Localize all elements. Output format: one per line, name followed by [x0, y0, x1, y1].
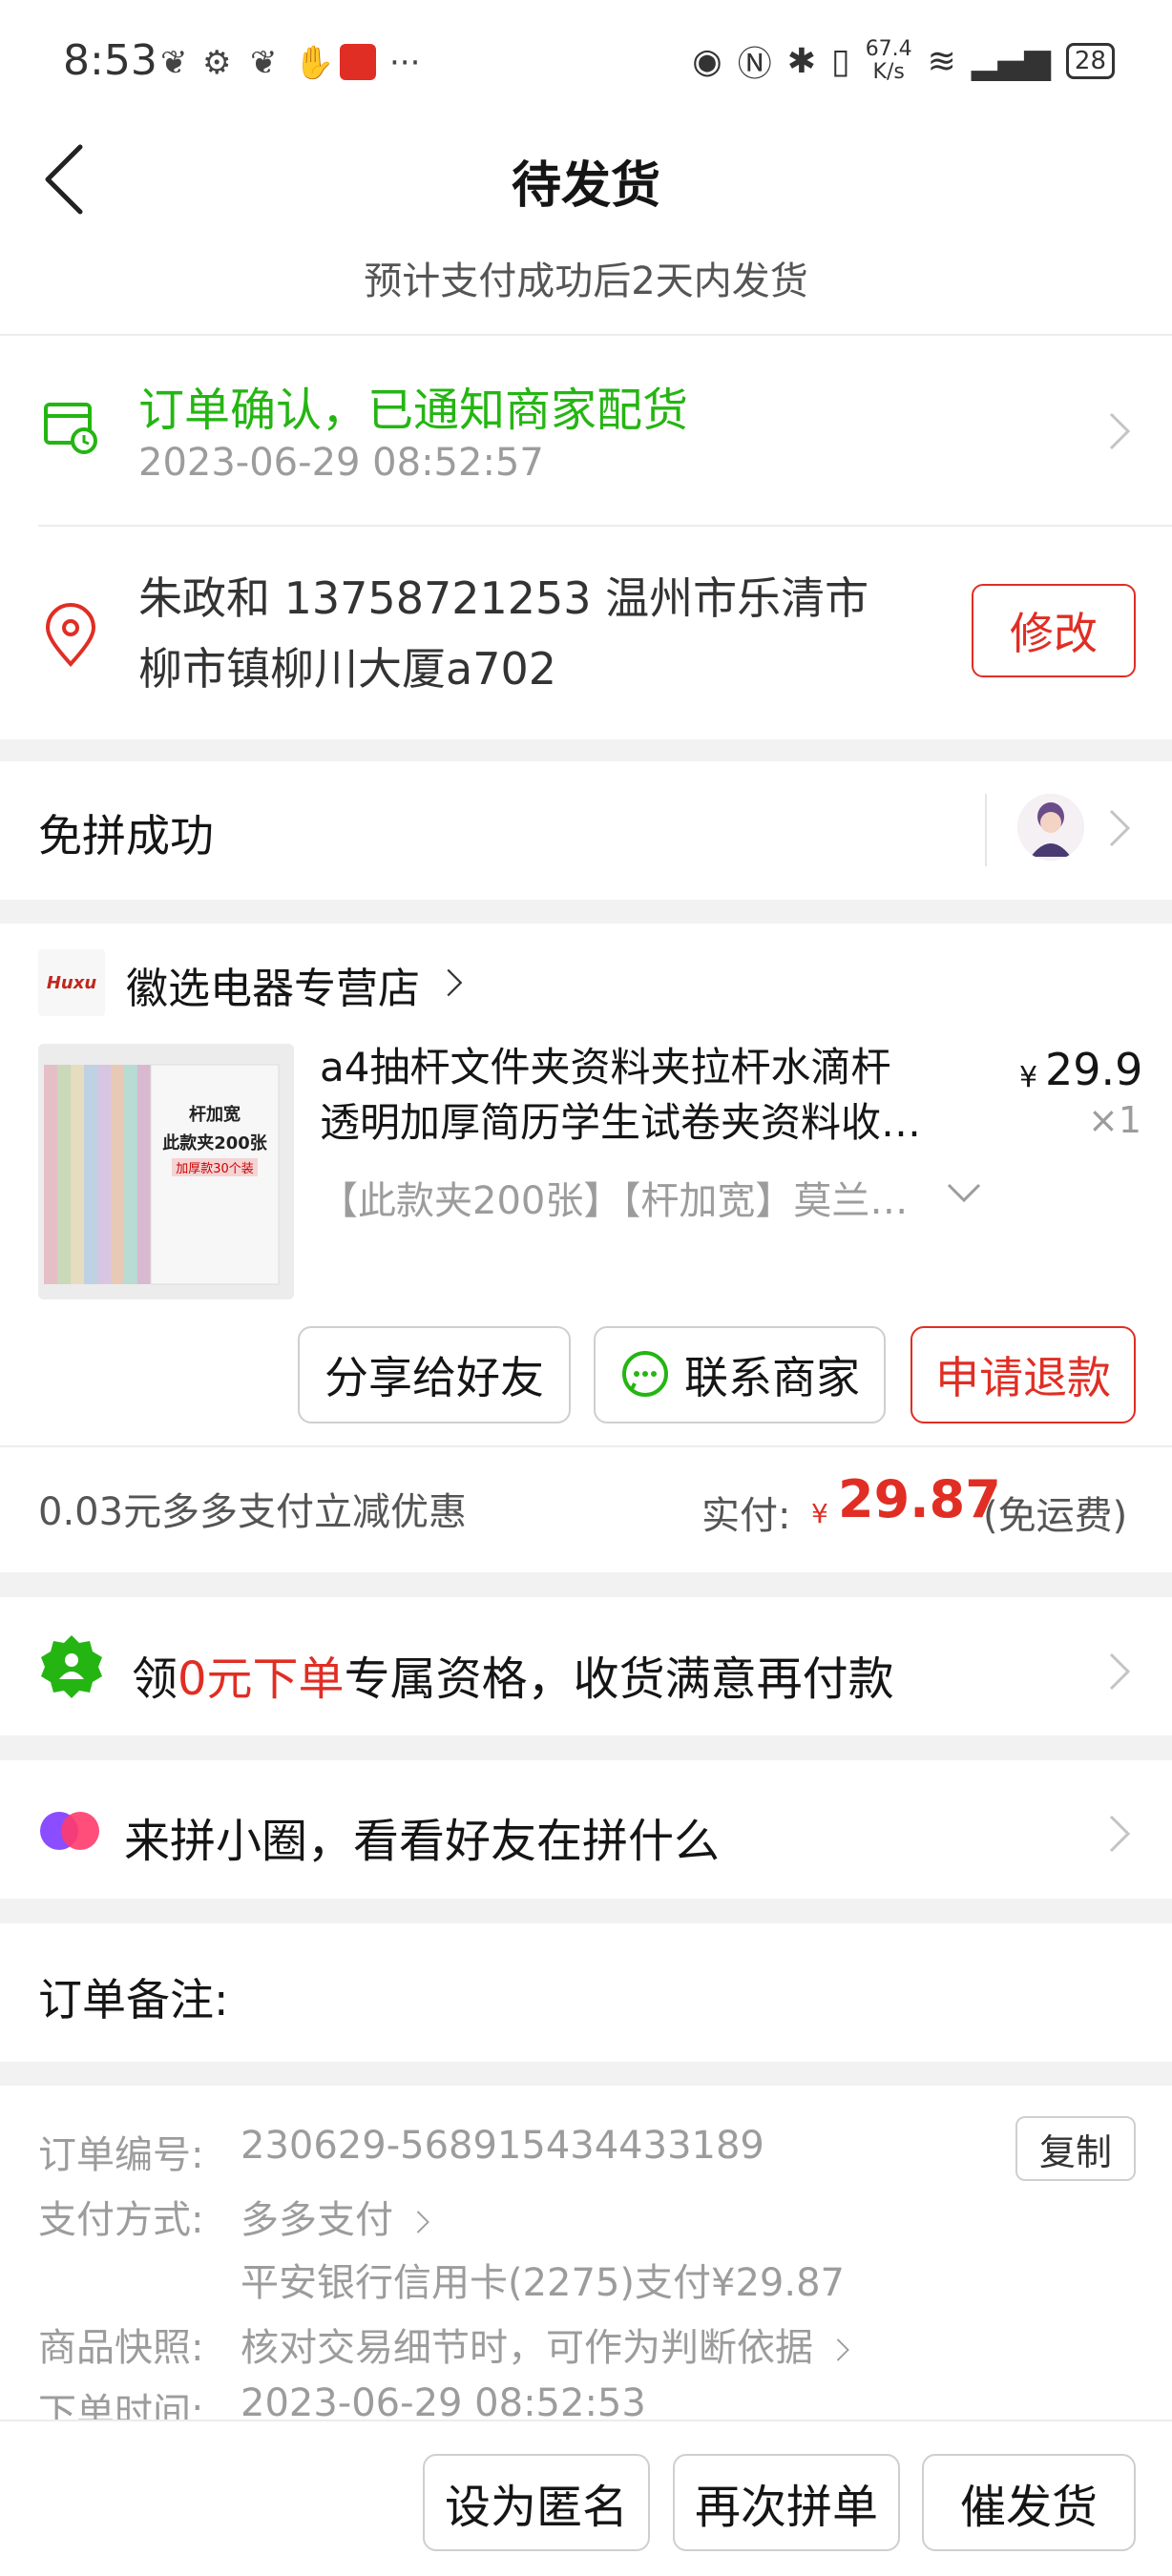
location-pin-icon — [40, 603, 101, 670]
urge-shipping-button[interactable]: 催发货 — [922, 2454, 1136, 2551]
store-logo[interactable]: Huxu — [38, 949, 105, 1016]
shipping-note: (免运费) — [983, 1485, 1127, 1540]
order-remark-label: 订单备注: — [38, 1965, 229, 2028]
product-title-line: 透明加厚简历学生试卷夹资料收… — [320, 1095, 988, 1151]
image-caption: 此款夹200张 — [151, 1130, 279, 1154]
payment-method[interactable]: 多多支付 — [241, 2189, 430, 2244]
divider — [985, 794, 987, 866]
product-image[interactable]: 杆加宽 此款夹200张 加厚款30个装 — [38, 1044, 294, 1299]
promo-prefix: 领 — [132, 1652, 178, 1706]
product-snapshot-link[interactable]: 核对交易细节时，可作为判断依据 — [241, 2316, 850, 2372]
leaf-icon: ❦ — [250, 44, 278, 82]
contact-merchant-button[interactable]: 联系商家 — [594, 1326, 886, 1423]
avatar-image — [1017, 794, 1084, 861]
net-speed: 67.4K/s — [866, 38, 912, 84]
paid-label: 实付: — [701, 1485, 790, 1540]
product-title[interactable]: a4抽杆文件夹资料夹拉杆水滴杆 透明加厚简历学生试卷夹资料收… — [320, 1040, 988, 1151]
chevron-right-icon — [415, 2208, 430, 2236]
set-anonymous-button[interactable]: 设为匿名 — [423, 2454, 650, 2551]
store-name[interactable]: 徽选电器专营店 — [126, 954, 420, 1015]
address-line: 朱政和 13758721253 温州市乐清市 — [138, 563, 931, 634]
verified-badge-icon — [38, 1633, 105, 1700]
status-time: 8:53 — [63, 36, 157, 85]
discount-text: 0.03元多多支付立减优惠 — [38, 1481, 467, 1536]
promo-suffix: 专属资格，收货满意再付款 — [345, 1652, 894, 1706]
friend-circle-text: 来拼小圈，看看好友在拼什么 — [124, 1803, 720, 1870]
payment-detail: 平安银行信用卡(2275)支付¥29.87 — [241, 2252, 845, 2307]
chevron-right-icon[interactable] — [1107, 805, 1132, 851]
chevron-right-icon[interactable] — [1107, 408, 1132, 454]
order-number-label: 订单编号: — [38, 2124, 203, 2179]
promo-highlight: 0元下单 — [178, 1652, 345, 1706]
order-number: 230629-568915434433189 — [241, 2124, 764, 2168]
more-dots-icon: ··· — [389, 44, 420, 82]
divider — [0, 334, 1172, 336]
chevron-right-icon[interactable] — [1107, 1649, 1132, 1694]
leaf-icon: ❦ — [160, 44, 188, 82]
price-currency: ¥ — [1019, 1061, 1037, 1094]
page-title: 待发货 — [0, 145, 1172, 217]
refund-button[interactable]: 申请退款 — [910, 1326, 1136, 1423]
product-price: 29.9 — [1045, 1044, 1142, 1095]
paid-amount: 29.87 — [838, 1469, 1001, 1529]
vibrate-icon: ▯ — [831, 42, 850, 81]
promo-text: 领0元下单专属资格，收货满意再付款 — [132, 1641, 894, 1708]
battery-indicator: 28 — [1066, 43, 1115, 79]
product-spec[interactable]: 【此款夹200张】【杆加宽】莫兰… — [320, 1170, 950, 1225]
chevron-right-icon — [835, 2336, 850, 2364]
group-status-text: 免拼成功 — [38, 801, 214, 864]
avatar — [1017, 794, 1084, 861]
nfc-icon: Ⓝ — [738, 36, 772, 86]
paid-currency: ¥ — [811, 1498, 828, 1529]
chevron-right-icon[interactable] — [1107, 1811, 1132, 1857]
delivery-clock-icon — [40, 397, 101, 458]
divider — [0, 1445, 1172, 1447]
app-notification-icon — [340, 44, 376, 80]
product-title-line: a4抽杆文件夹资料夹拉杆水滴杆 — [320, 1040, 988, 1095]
wifi-icon: ≋ — [928, 42, 956, 81]
bluetooth-icon: ✱ — [787, 42, 816, 81]
contact-merchant-label: 联系商家 — [684, 1343, 860, 1406]
image-caption: 加厚款30个装 — [172, 1158, 258, 1176]
share-button[interactable]: 分享给好友 — [298, 1326, 571, 1423]
chevron-down-icon[interactable] — [945, 1179, 983, 1208]
chevron-right-icon[interactable] — [444, 966, 465, 1000]
copy-button[interactable]: 复制 — [1015, 2116, 1136, 2181]
modify-address-button[interactable]: 修改 — [972, 584, 1136, 677]
signal-icon: ▂▄▆ — [972, 42, 1051, 81]
settings-app-icon: ⚙ — [202, 44, 231, 82]
reorder-button[interactable]: 再次拼单 — [673, 2454, 900, 2551]
chat-bubble-icon — [619, 1349, 671, 1401]
payment-method-label: 支付方式: — [38, 2189, 203, 2244]
snapshot-label: 商品快照: — [38, 2316, 203, 2372]
image-caption: 杆加宽 — [151, 1101, 279, 1126]
address-line: 柳市镇柳川大厦a702 — [138, 634, 931, 704]
order-status-time: 2023-06-29 08:52:57 — [138, 441, 544, 485]
status-indicators: ◉ Ⓝ ✱ ▯ 67.4K/s ≋ ▂▄▆ 28 — [692, 36, 1115, 86]
order-status-text[interactable]: 订单确认，已通知商家配货 — [138, 372, 688, 439]
hotspot-icon: ◉ — [692, 42, 722, 81]
product-quantity: ×1 — [1088, 1099, 1141, 1141]
two-circles-icon — [36, 1809, 103, 1853]
divider — [38, 525, 1172, 527]
hand-icon: ✋ — [294, 44, 334, 82]
shipping-address: 朱政和 13758721253 温州市乐清市 柳市镇柳川大厦a702 — [138, 563, 931, 704]
page-subtitle: 预计支付成功后2天内发货 — [0, 250, 1172, 305]
